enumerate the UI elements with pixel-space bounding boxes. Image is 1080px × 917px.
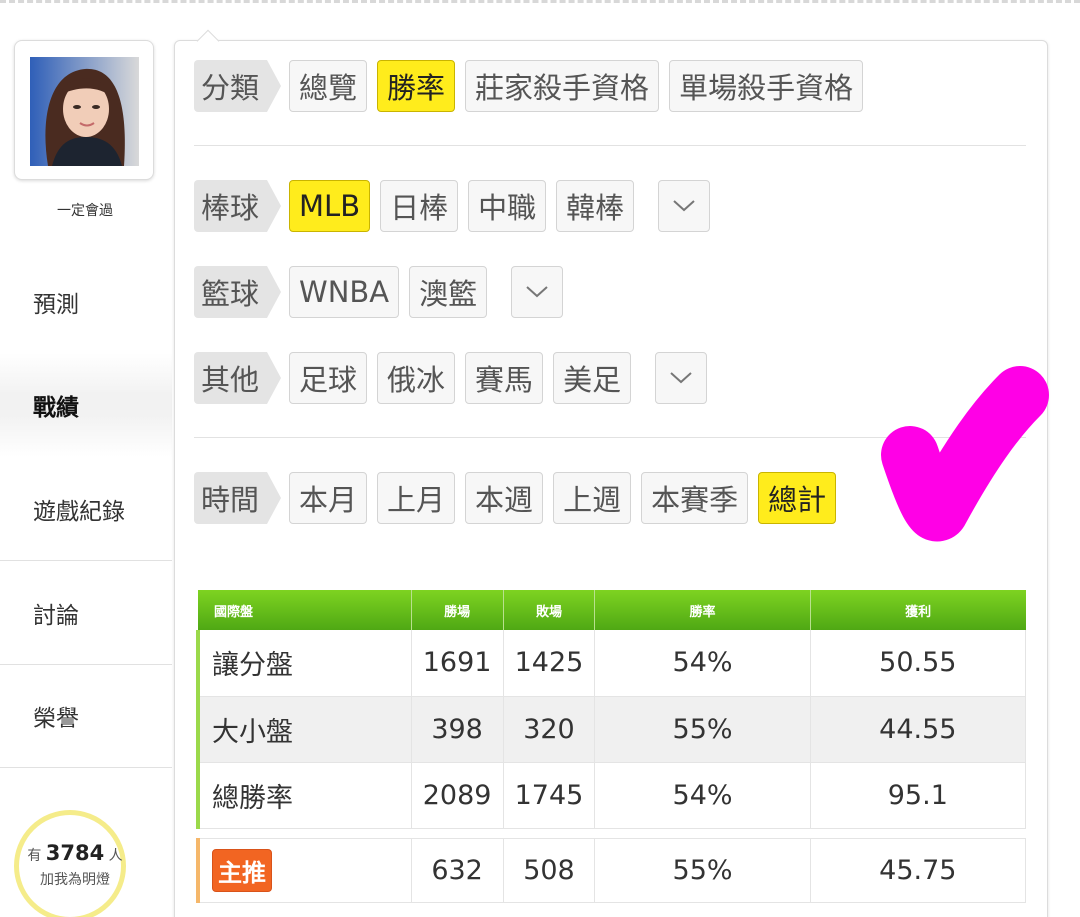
chevron-down-icon (673, 200, 695, 212)
table-header-row: 國際盤 勝場 敗場 勝率 獲利 (198, 590, 1026, 630)
filter-row-other: 其他 足球 俄冰 賽馬 美足 (194, 350, 717, 406)
divider (194, 145, 1026, 146)
league-russian-hockey[interactable]: 俄冰 (377, 352, 456, 404)
table-row: 總勝率 2089 1745 54% 95.1 (195, 762, 1027, 829)
basketball-more-dropdown[interactable] (511, 266, 564, 318)
league-cpbl[interactable]: 中職 (468, 180, 547, 232)
period-last-month[interactable]: 上月 (377, 472, 456, 524)
filter-label-baseball: 棒球 (194, 180, 282, 232)
tab-overview[interactable]: 總覽 (289, 60, 368, 112)
other-more-dropdown[interactable] (655, 352, 708, 404)
checkmark-annotation (881, 366, 1049, 542)
avatar-frame[interactable] (14, 40, 154, 180)
fan-prefix: 有 (27, 848, 42, 864)
table-row-featured: 主推 632 508 55% 45.75 (195, 837, 1027, 903)
nav-item-honors[interactable]: 榮譽 (0, 664, 172, 768)
filter-label-category: 分類 (194, 60, 282, 112)
cell-rate: 55% (594, 696, 811, 763)
cell-losses: 1425 (503, 630, 596, 697)
featured-badge: 主推 (212, 848, 272, 892)
col-profit: 獲利 (810, 590, 1026, 630)
cell-losses: 320 (503, 696, 596, 763)
tab-single-game-killer[interactable]: 單場殺手資格 (669, 60, 864, 112)
col-wins: 勝場 (411, 590, 504, 630)
filter-row-basketball: 籃球 WNBA 澳籃 (194, 264, 573, 320)
cell-wins: 398 (411, 696, 504, 763)
follow-badge[interactable]: 有 3784 人 加我為明燈 (14, 810, 126, 917)
league-npb[interactable]: 日棒 (380, 180, 459, 232)
username: 一定會過 (57, 203, 113, 219)
baseball-more-dropdown[interactable] (658, 180, 711, 232)
cell-profit: 50.55 (810, 630, 1027, 697)
follow-cta: 加我為明燈 (40, 872, 110, 888)
cell-profit: 45.75 (810, 837, 1027, 903)
cell-wins: 1691 (411, 630, 504, 697)
tab-win-rate[interactable]: 勝率 (377, 60, 456, 112)
filter-row-baseball: 棒球 MLB 日棒 中職 韓棒 (194, 178, 720, 234)
tab-bookmaker-killer[interactable]: 莊家殺手資格 (465, 60, 660, 112)
chevron-down-icon (670, 372, 692, 384)
sidebar: 一定會過 預測 戰績 遊戲紀錄 討論 榮譽 有 3784 人 加我為明燈 (0, 0, 172, 917)
period-this-week[interactable]: 本週 (465, 472, 544, 524)
cell-losses: 508 (503, 837, 596, 903)
league-soccer[interactable]: 足球 (289, 352, 368, 404)
cell-rate: 54% (594, 630, 811, 697)
league-kbo[interactable]: 韓棒 (556, 180, 635, 232)
col-losses: 敗場 (503, 590, 596, 630)
stats-table: 國際盤 勝場 敗場 勝率 獲利 讓分盤 1691 1425 54% 50.55 … (195, 590, 1027, 903)
nav-item-game-history[interactable]: 遊戲紀錄 (0, 457, 172, 561)
filter-label-other: 其他 (194, 352, 282, 404)
table-row: 讓分盤 1691 1425 54% 50.55 (195, 630, 1027, 697)
period-this-month[interactable]: 本月 (289, 472, 368, 524)
avatar (30, 57, 139, 166)
period-last-week[interactable]: 上週 (553, 472, 632, 524)
cell-losses: 1745 (503, 762, 596, 829)
nav-item-predictions[interactable]: 預測 (0, 250, 172, 354)
cell-market: 大小盤 (195, 696, 412, 763)
col-market: 國際盤 (198, 590, 412, 630)
chevron-down-icon (526, 286, 548, 298)
col-win-rate: 勝率 (594, 590, 811, 630)
filter-row-time: 時間 本月 上月 本週 上週 本賽季 總計 (194, 470, 846, 526)
league-nbl[interactable]: 澳籃 (409, 266, 488, 318)
fan-count: 3784 (45, 841, 105, 865)
cell-market: 總勝率 (195, 762, 412, 829)
league-mlb[interactable]: MLB (289, 180, 371, 232)
filter-row-category: 分類 總覽 勝率 莊家殺手資格 單場殺手資格 (194, 58, 873, 114)
table-spacer (198, 828, 1026, 838)
league-american-football[interactable]: 美足 (553, 352, 632, 404)
cell-market: 讓分盤 (195, 630, 412, 697)
cell-rate: 55% (594, 837, 811, 903)
cell-profit: 44.55 (810, 696, 1027, 763)
filter-label-basketball: 籃球 (194, 266, 282, 318)
fan-count-line: 有 3784 人 (19, 841, 131, 865)
fan-suffix: 人 (108, 848, 123, 864)
period-total[interactable]: 總計 (758, 472, 837, 524)
nav-item-discussion[interactable]: 討論 (0, 561, 172, 665)
nav-item-record[interactable]: 戰績 (0, 353, 172, 457)
cell-rate: 54% (594, 762, 811, 829)
period-this-season[interactable]: 本賽季 (641, 472, 749, 524)
league-wnba[interactable]: WNBA (289, 266, 400, 318)
filter-label-time: 時間 (194, 472, 282, 524)
cell-profit: 95.1 (810, 762, 1027, 829)
cell-market: 主推 (195, 837, 412, 903)
league-horse-racing[interactable]: 賽馬 (465, 352, 544, 404)
cell-wins: 2089 (411, 762, 504, 829)
table-row: 大小盤 398 320 55% 44.55 (195, 696, 1027, 763)
cell-wins: 632 (411, 837, 504, 903)
